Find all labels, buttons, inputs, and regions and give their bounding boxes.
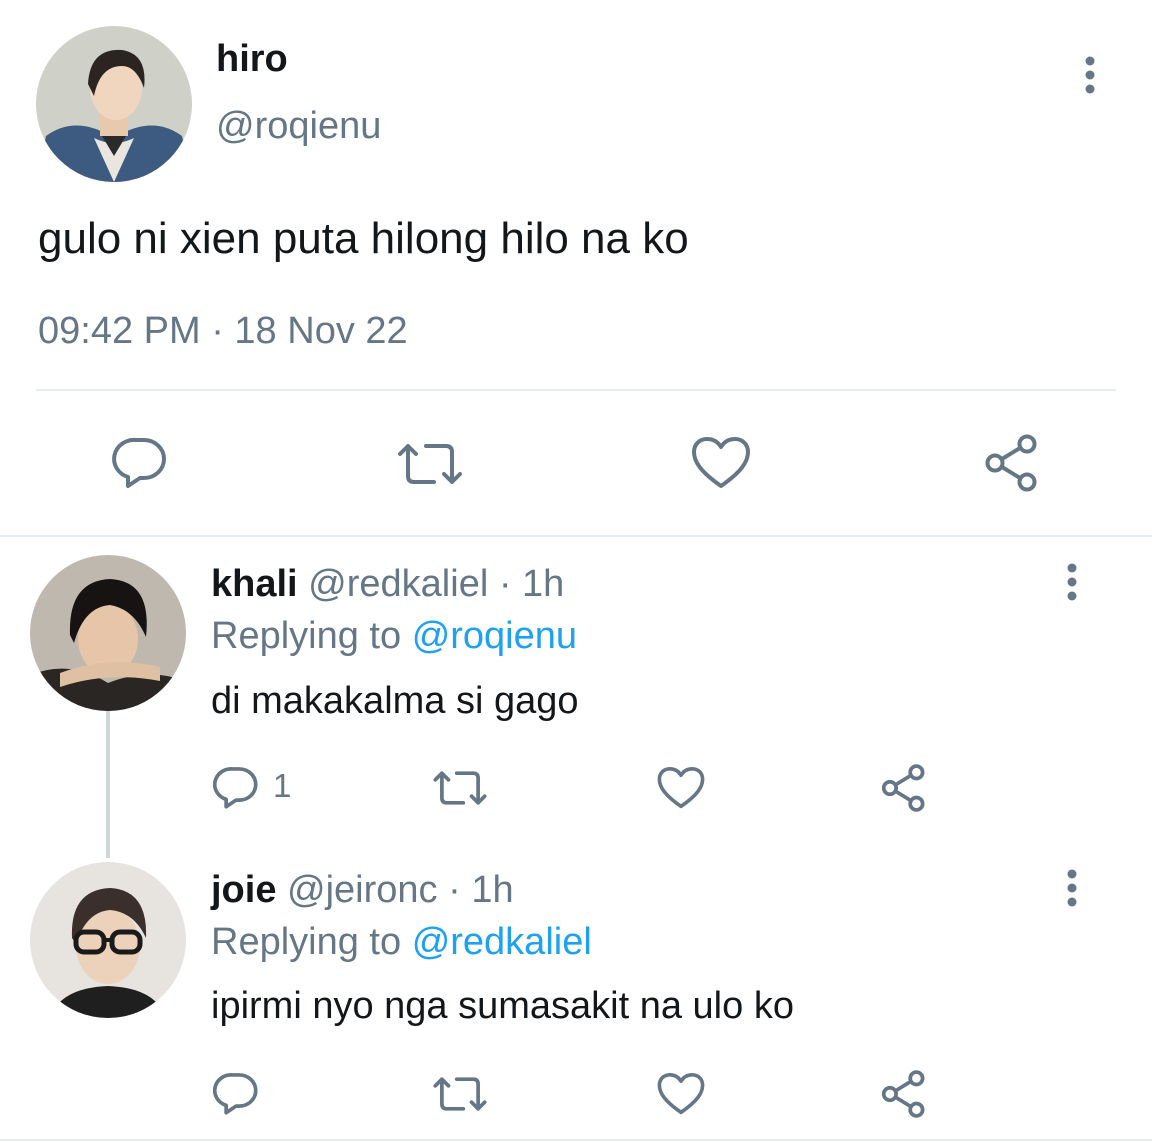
replying-to: Replying to @redkaliel — [211, 921, 592, 964]
retweet-icon[interactable] — [432, 1074, 488, 1114]
share-icon[interactable] — [983, 434, 1041, 492]
like-icon[interactable] — [657, 766, 705, 810]
replying-to-label: Replying to — [211, 615, 402, 657]
reply-text: di makakalma si gago — [211, 680, 579, 722]
share-icon[interactable] — [880, 764, 928, 812]
avatar[interactable] — [30, 555, 186, 711]
reply-icon[interactable] — [213, 764, 259, 810]
replying-to: Replying to @roqienu — [211, 615, 577, 658]
divider — [36, 389, 1116, 391]
reply-header: khali @redkaliel · 1h — [211, 563, 564, 606]
replying-to-link[interactable]: @redkaliel — [412, 921, 592, 963]
bottom-divider — [0, 1139, 1152, 1141]
author-handle[interactable]: @roqienu — [216, 105, 381, 148]
reply-author-name[interactable]: khali — [211, 563, 298, 605]
like-icon[interactable] — [657, 1072, 705, 1116]
more-options-icon[interactable] — [1060, 563, 1084, 603]
reply-header: joie @jeironc · 1h — [211, 869, 514, 912]
retweet-icon[interactable] — [396, 440, 464, 488]
reply-author-name[interactable]: joie — [211, 869, 276, 911]
replying-to-link[interactable]: @roqienu — [412, 615, 577, 657]
like-icon[interactable] — [691, 436, 751, 490]
replying-to-label: Replying to — [211, 921, 402, 963]
tweet-text: gulo ni xien puta hilong hilo na ko — [38, 214, 689, 263]
reply-count: 1 — [273, 767, 292, 804]
section-divider — [0, 535, 1152, 537]
avatar[interactable] — [30, 862, 186, 1018]
more-options-icon[interactable] — [1060, 869, 1084, 909]
tweet-timestamp: 09:42 PM · 18 Nov 22 — [38, 310, 408, 352]
reply-text: ipirmi nyo nga sumasakit na ulo ko — [211, 985, 794, 1027]
avatar[interactable] — [36, 26, 192, 182]
reply-author-handle[interactable]: @jeironc — [287, 869, 438, 911]
reply-author-handle[interactable]: @redkaliel — [308, 563, 488, 605]
share-icon[interactable] — [880, 1070, 928, 1118]
reply-time: · 1h — [498, 563, 565, 605]
reply-icon[interactable] — [213, 1070, 259, 1116]
more-options-icon[interactable] — [1078, 56, 1102, 96]
reply-icon[interactable] — [112, 434, 168, 490]
retweet-icon[interactable] — [432, 768, 488, 808]
thread-line — [106, 708, 110, 858]
author-name[interactable]: hiro — [216, 38, 288, 81]
reply-time: · 1h — [448, 869, 514, 911]
